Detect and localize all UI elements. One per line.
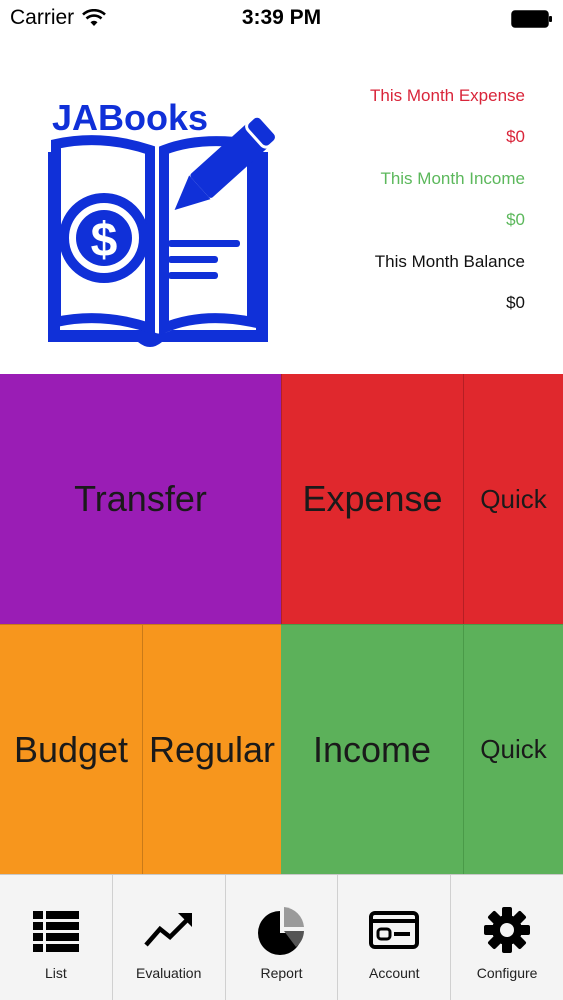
tab-evaluation-label: Evaluation: [136, 965, 202, 981]
tab-configure[interactable]: Configure: [450, 875, 563, 1000]
expense-tile-label: Expense: [302, 478, 443, 519]
jabooks-logo: JABooks $: [48, 97, 278, 347]
income-value: $0: [506, 210, 525, 229]
transfer-label: Transfer: [74, 478, 207, 519]
quick-income-tile[interactable]: Quick: [463, 624, 563, 874]
tab-list-label: List: [45, 965, 67, 981]
balance-value: $0: [506, 293, 525, 312]
app-screen: Carrier 3:39 PM JABooks $ This Month Exp…: [0, 0, 563, 1000]
transfer-tile[interactable]: Transfer: [0, 374, 281, 624]
tab-report[interactable]: Report: [224, 875, 338, 1000]
status-bar: Carrier 3:39 PM: [0, 0, 563, 40]
status-time: 3:39 PM: [241, 6, 322, 29]
tab-list[interactable]: List: [0, 875, 112, 1000]
quick-income-label: Quick: [480, 734, 547, 764]
tab-evaluation[interactable]: Evaluation: [111, 875, 225, 1000]
budget-label: Budget: [13, 728, 129, 770]
gear-icon: [484, 907, 531, 953]
budget-tile[interactable]: Budget: [0, 624, 142, 874]
income-tile[interactable]: Income: [281, 624, 463, 874]
list-icon: [32, 911, 79, 952]
tab-report-label: Report: [260, 965, 303, 981]
expense-label: This Month Expense: [370, 86, 525, 105]
tab-account-label: Account: [368, 965, 420, 981]
regular-label: Regular: [148, 728, 276, 770]
income-label: This Month Income: [380, 169, 525, 188]
regular-tile[interactable]: Regular: [142, 624, 281, 874]
income-tile-label: Income: [312, 728, 432, 770]
quick-expense-label: Quick: [480, 483, 547, 514]
logo-text: JABooks: [52, 97, 208, 138]
quick-expense-tile[interactable]: Quick: [463, 374, 563, 624]
svg-text:$: $: [91, 214, 118, 267]
tab-bar: List Evaluation Report Account Configure: [0, 874, 563, 1000]
expense-tile[interactable]: Expense: [281, 374, 463, 624]
trend-up-icon: [143, 913, 192, 947]
balance-label: This Month Balance: [374, 252, 525, 271]
action-tiles: Transfer Expense Quick Budget Regular In…: [0, 374, 563, 874]
card-icon: [369, 911, 420, 949]
battery-icon: [511, 10, 552, 28]
header: JABooks $ This Month Expense $0 This Mon: [0, 40, 563, 374]
monthly-summary: This Month Expense $0 This Month Income …: [370, 84, 525, 333]
tab-configure-label: Configure: [476, 965, 538, 981]
tab-account[interactable]: Account: [337, 875, 450, 1000]
expense-value: $0: [506, 127, 525, 146]
pie-chart-icon: [258, 907, 305, 955]
